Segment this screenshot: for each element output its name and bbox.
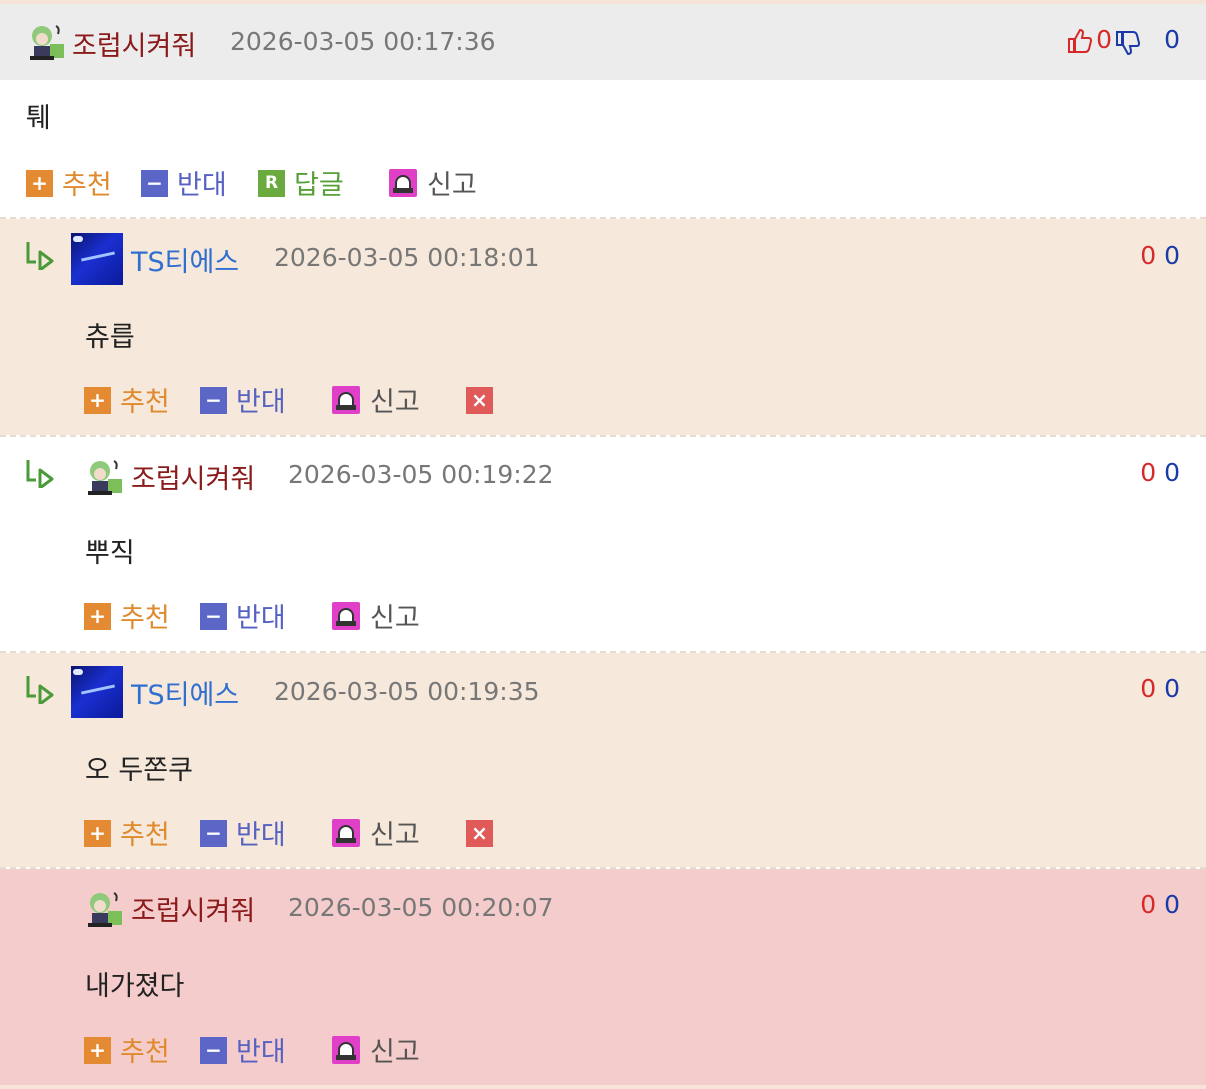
plus-square-icon[interactable]: + bbox=[84, 603, 111, 630]
comment-body: 퉤 bbox=[26, 103, 51, 134]
avatar-icon[interactable] bbox=[84, 457, 124, 497]
report-button[interactable]: 신고 bbox=[370, 380, 420, 419]
oppose-button[interactable]: 반대 bbox=[177, 163, 227, 202]
oppose-button[interactable]: 반대 bbox=[236, 380, 286, 419]
avatar-icon[interactable] bbox=[26, 22, 66, 62]
avatar-icon[interactable] bbox=[71, 666, 123, 718]
vote-counts: 0 0 bbox=[1140, 890, 1180, 919]
oppose-button[interactable]: 반대 bbox=[236, 813, 286, 852]
comment-body: 츄릅 bbox=[85, 322, 135, 353]
report-button[interactable]: 신고 bbox=[370, 596, 420, 635]
comment-item: 조럽시켜줘 2026-03-05 00:17:36 0 0 퉤 + 추천 − 반… bbox=[0, 4, 1206, 217]
recommend-button[interactable]: 추천 bbox=[120, 596, 170, 635]
author-name[interactable]: TS티에스 bbox=[131, 673, 239, 712]
reply-button[interactable]: 답글 bbox=[294, 163, 344, 202]
reply-arrow-icon bbox=[26, 676, 54, 704]
siren-icon[interactable] bbox=[389, 169, 417, 197]
vote-up-count: 0 bbox=[1140, 674, 1157, 703]
plus-square-icon[interactable]: + bbox=[84, 820, 111, 847]
vote-up-count: 0 bbox=[1140, 241, 1157, 270]
comment-item: 조럽시켜줘 2026-03-05 00:20:07 0 0 내가졌다 + 추천 … bbox=[0, 869, 1206, 1085]
recommend-button[interactable]: 추천 bbox=[120, 380, 170, 419]
report-button[interactable]: 신고 bbox=[427, 163, 477, 202]
vote-counts: 0 0 bbox=[1068, 25, 1180, 56]
siren-icon[interactable] bbox=[332, 819, 360, 847]
comment-item: TS티에스 2026-03-05 00:19:35 0 0 오 두쫀쿠 + 추천… bbox=[0, 653, 1206, 867]
vote-down-count: 0 bbox=[1164, 674, 1180, 703]
vote-down-count: 0 bbox=[1164, 458, 1180, 487]
comment-body: 내가졌다 bbox=[85, 971, 185, 1002]
reply-arrow-icon bbox=[26, 460, 54, 488]
author-name[interactable]: 조럽시켜줘 bbox=[131, 457, 255, 496]
vote-up-count: 0 bbox=[1140, 890, 1157, 919]
siren-icon[interactable] bbox=[332, 602, 360, 630]
comment-date: 2026-03-05 00:18:01 bbox=[274, 243, 540, 272]
siren-icon[interactable] bbox=[332, 386, 360, 414]
recommend-button[interactable]: 추천 bbox=[120, 1030, 170, 1069]
comment-date: 2026-03-05 00:19:22 bbox=[288, 460, 554, 489]
minus-square-icon[interactable]: − bbox=[200, 820, 227, 847]
oppose-button[interactable]: 반대 bbox=[236, 1030, 286, 1069]
author-name[interactable]: TS티에스 bbox=[131, 240, 239, 279]
siren-icon[interactable] bbox=[332, 1036, 360, 1064]
plus-square-icon[interactable]: + bbox=[26, 170, 53, 197]
vote-up-count: 0 bbox=[1096, 25, 1112, 54]
comment-date: 2026-03-05 00:20:07 bbox=[288, 893, 554, 922]
report-button[interactable]: 신고 bbox=[370, 1030, 420, 1069]
vote-down-count: 0 bbox=[1164, 241, 1180, 270]
recommend-button[interactable]: 추천 bbox=[120, 813, 170, 852]
thumbs-down-icon[interactable] bbox=[1114, 29, 1142, 57]
avatar-icon[interactable] bbox=[71, 233, 123, 285]
comment-header: 조럽시켜줘 2026-03-05 00:17:36 0 0 bbox=[0, 4, 1206, 80]
author-name[interactable]: 조럽시켜줘 bbox=[72, 24, 196, 63]
reply-r-icon[interactable]: R bbox=[258, 170, 285, 197]
comment-body: 뿌직 bbox=[85, 538, 135, 569]
minus-square-icon[interactable]: − bbox=[200, 603, 227, 630]
vote-counts: 0 0 bbox=[1140, 241, 1180, 270]
minus-square-icon[interactable]: − bbox=[141, 170, 168, 197]
vote-counts: 0 0 bbox=[1140, 674, 1180, 703]
reply-arrow-icon bbox=[26, 242, 54, 270]
delete-x-icon[interactable]: × bbox=[466, 820, 493, 847]
plus-square-icon[interactable]: + bbox=[84, 1037, 111, 1064]
comment-date: 2026-03-05 00:17:36 bbox=[230, 27, 496, 56]
minus-square-icon[interactable]: − bbox=[200, 387, 227, 414]
comment-body: 오 두쫀쿠 bbox=[85, 755, 193, 786]
minus-square-icon[interactable]: − bbox=[200, 1037, 227, 1064]
oppose-button[interactable]: 반대 bbox=[236, 596, 286, 635]
vote-up-count: 0 bbox=[1140, 458, 1157, 487]
comment-item: TS티에스 2026-03-05 00:18:01 0 0 츄릅 + 추천 − … bbox=[0, 219, 1206, 435]
vote-down-count: 0 bbox=[1164, 25, 1180, 54]
comment-date: 2026-03-05 00:19:35 bbox=[274, 677, 540, 706]
recommend-button[interactable]: 추천 bbox=[62, 163, 112, 202]
plus-square-icon[interactable]: + bbox=[84, 387, 111, 414]
vote-counts: 0 0 bbox=[1140, 458, 1180, 487]
thumbs-up-icon[interactable] bbox=[1066, 27, 1094, 55]
bottom-border bbox=[0, 1085, 1206, 1089]
avatar-icon[interactable] bbox=[84, 889, 124, 929]
delete-x-icon[interactable]: × bbox=[466, 387, 493, 414]
report-button[interactable]: 신고 bbox=[370, 813, 420, 852]
vote-down-count: 0 bbox=[1164, 890, 1180, 919]
comment-item: 조럽시켜줘 2026-03-05 00:19:22 0 0 뿌직 + 추천 − … bbox=[0, 437, 1206, 651]
author-name[interactable]: 조럽시켜줘 bbox=[131, 889, 255, 928]
